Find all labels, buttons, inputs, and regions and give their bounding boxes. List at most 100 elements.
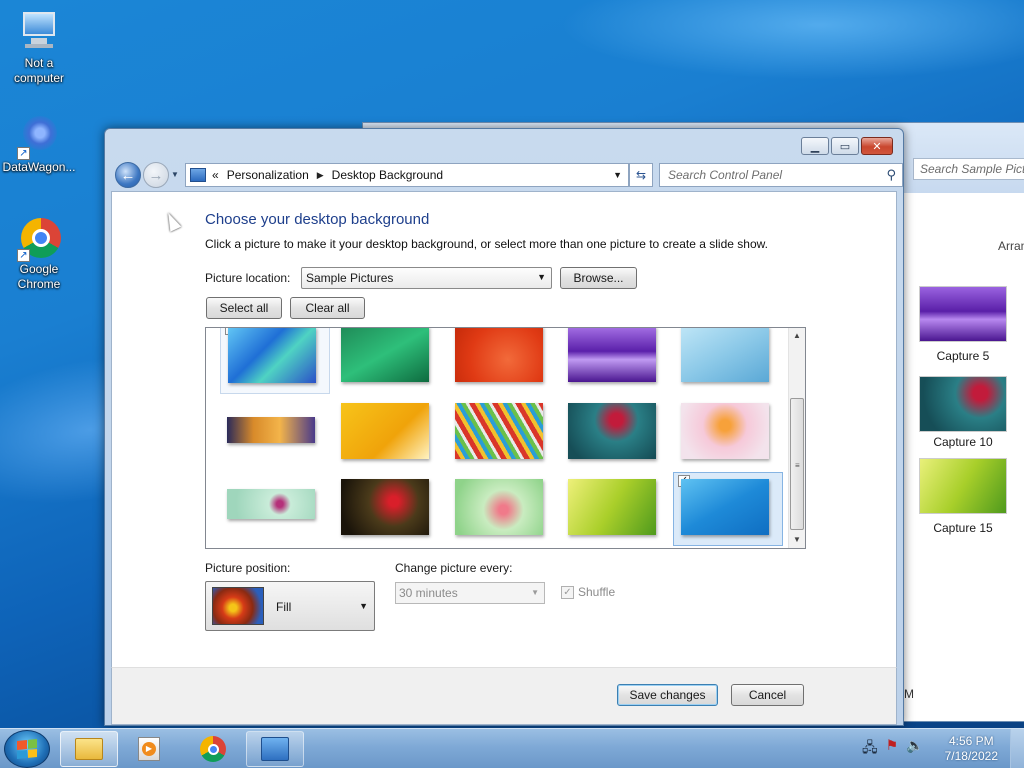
picture-location-label: Picture location: bbox=[205, 271, 291, 285]
gallery-item[interactable] bbox=[220, 397, 330, 471]
address-dropdown-icon[interactable]: ▼ bbox=[613, 170, 622, 180]
folder-icon bbox=[75, 738, 103, 760]
gallery-item[interactable] bbox=[561, 397, 671, 471]
minimize-button[interactable]: ▁ bbox=[801, 137, 829, 155]
breadcrumb-overflow[interactable]: « bbox=[212, 168, 219, 182]
wallpaper-thumbnail bbox=[227, 417, 315, 443]
desktop-icon-label: DataWagon... bbox=[2, 160, 76, 174]
taskbar-control-panel-button[interactable] bbox=[246, 731, 304, 767]
gallery-item[interactable] bbox=[448, 328, 558, 394]
forward-button[interactable]: → bbox=[143, 162, 169, 188]
change-picture-label: Change picture every: bbox=[395, 561, 513, 575]
gallery-item[interactable] bbox=[334, 397, 444, 471]
gallery-item[interactable] bbox=[220, 328, 330, 394]
taskbar: ▶ 🖧 ⚑ 🔈 4:56 PM 7/18/2022 bbox=[0, 728, 1024, 768]
grip-icon: ≡ bbox=[795, 461, 800, 470]
search-control-panel-input[interactable]: Search Control Panel ⚲ bbox=[659, 163, 903, 187]
wallpaper-thumbnail bbox=[341, 403, 429, 459]
capture-5-label: Capture 5 bbox=[936, 349, 990, 363]
volume-icon[interactable]: 🔈 bbox=[906, 737, 923, 761]
gallery-item[interactable] bbox=[561, 328, 671, 394]
cancel-button[interactable]: Cancel bbox=[731, 684, 804, 706]
breadcrumb-desktop-background[interactable]: Desktop Background bbox=[332, 168, 443, 182]
scrollbar-thumb[interactable]: ≡ bbox=[790, 398, 804, 530]
picture-gallery[interactable]: ✓ ▲ ≡ ▼ bbox=[205, 327, 806, 549]
select-all-button[interactable]: Select all bbox=[206, 297, 282, 319]
dialog-footer: Save changes Cancel bbox=[111, 667, 897, 725]
breadcrumb-personalization[interactable]: Personalization bbox=[227, 168, 309, 182]
start-button[interactable] bbox=[4, 730, 50, 768]
desktop-icon-label: Google bbox=[19, 262, 59, 276]
wallpaper-thumbnail bbox=[341, 328, 429, 382]
shuffle-checkbox: ✓ Shuffle bbox=[561, 585, 615, 599]
capture-5-thumbnail[interactable] bbox=[919, 286, 1007, 342]
gallery-scrollbar[interactable]: ▲ ≡ ▼ bbox=[788, 328, 805, 548]
control-panel-icon bbox=[190, 168, 206, 182]
recent-pages-dropdown[interactable]: ▼ bbox=[171, 170, 179, 179]
content-pane: Choose your desktop background Click a p… bbox=[111, 191, 897, 667]
system-tray: 🖧 ⚑ 🔈 bbox=[862, 737, 924, 761]
forward-arrow-icon: → bbox=[148, 166, 164, 184]
desktop-icon-label: Chrome bbox=[17, 277, 61, 291]
wallpaper-thumbnail bbox=[228, 328, 316, 383]
capture-15-thumbnail[interactable] bbox=[919, 458, 1007, 514]
gallery-item[interactable] bbox=[334, 473, 444, 547]
action-center-icon[interactable]: ⚑ bbox=[886, 737, 899, 761]
chevron-down-icon: ▼ bbox=[537, 272, 546, 282]
gallery-item[interactable] bbox=[674, 328, 784, 394]
windows-logo-icon bbox=[17, 738, 37, 760]
back-button[interactable]: ← bbox=[115, 162, 141, 188]
address-bar[interactable]: « Personalization ▶ Desktop Background ▼ bbox=[185, 163, 629, 187]
close-icon: ✕ bbox=[872, 140, 882, 153]
checkbox-check-icon: ✓ bbox=[561, 585, 574, 599]
wallpaper-thumbnail bbox=[681, 328, 769, 382]
picture-position-dropdown[interactable]: Fill ▼ bbox=[205, 581, 375, 631]
refresh-button[interactable]: ⇆ bbox=[629, 163, 653, 187]
capture-10-thumbnail[interactable] bbox=[919, 376, 1007, 432]
chevron-down-icon: ▼ bbox=[531, 588, 539, 597]
gallery-item[interactable] bbox=[674, 397, 784, 471]
show-desktop-button[interactable] bbox=[1010, 729, 1024, 768]
taskbar-explorer-button[interactable] bbox=[60, 731, 118, 767]
shortcut-arrow-icon: ↗ bbox=[17, 249, 30, 262]
picture-position-label: Picture position: bbox=[205, 561, 291, 575]
clock-time: 4:56 PM bbox=[948, 734, 994, 748]
scroll-down-icon[interactable]: ▼ bbox=[789, 532, 805, 548]
gallery-item[interactable] bbox=[448, 397, 558, 471]
breadcrumb-separator-icon[interactable]: ▶ bbox=[317, 170, 324, 181]
clock[interactable]: 4:56 PM 7/18/2022 bbox=[945, 734, 998, 764]
page-title: Choose your desktop background bbox=[205, 211, 430, 228]
wallpaper-thumbnail bbox=[568, 479, 656, 535]
gallery-item[interactable] bbox=[448, 473, 558, 547]
shuffle-label: Shuffle bbox=[578, 585, 616, 599]
taskbar-chrome-button[interactable] bbox=[184, 731, 242, 767]
wallpaper-thumbnail bbox=[681, 403, 769, 459]
chrome-icon bbox=[200, 736, 226, 762]
browse-button[interactable]: Browse... bbox=[560, 267, 637, 289]
wallpaper-thumbnail bbox=[227, 489, 315, 519]
control-panel-icon bbox=[261, 737, 289, 761]
picture-location-dropdown[interactable]: Sample Pictures ▼ bbox=[301, 267, 552, 289]
search-icon[interactable]: ⚲ bbox=[886, 167, 896, 183]
arrange-by-label[interactable]: Arran bbox=[998, 239, 1024, 253]
desktop-background-window[interactable]: ▁ ▭ ✕ ← → ▼ « Personalization ▶ Desktop … bbox=[104, 128, 904, 726]
scroll-up-icon[interactable]: ▲ bbox=[789, 328, 805, 344]
clear-all-button[interactable]: Clear all bbox=[290, 297, 365, 319]
desktop-icon-datawagon[interactable]: ↗ DataWagon... bbox=[0, 114, 78, 175]
sample-pictures-search-input[interactable]: Search Sample Pictu bbox=[913, 158, 1024, 180]
save-changes-button[interactable]: Save changes bbox=[617, 684, 718, 706]
close-button[interactable]: ✕ bbox=[861, 137, 893, 155]
gallery-item[interactable] bbox=[334, 328, 444, 394]
gallery-item[interactable] bbox=[561, 473, 671, 547]
desktop-icon-computer[interactable]: Not a computer bbox=[0, 10, 78, 86]
wallpaper-thumbnail bbox=[455, 479, 543, 535]
capture-15-label: Capture 15 bbox=[933, 521, 993, 535]
network-icon[interactable]: 🖧 bbox=[862, 737, 878, 761]
search-placeholder: Search Control Panel bbox=[668, 168, 783, 182]
capture-10-label: Capture 10 bbox=[933, 435, 993, 449]
maximize-button[interactable]: ▭ bbox=[831, 137, 859, 155]
gallery-item[interactable] bbox=[220, 473, 330, 547]
taskbar-media-player-button[interactable]: ▶ bbox=[120, 731, 178, 767]
desktop-icon-chrome[interactable]: ↗ Google Chrome bbox=[0, 216, 78, 292]
gallery-item-selected[interactable]: ✓ bbox=[673, 472, 783, 546]
